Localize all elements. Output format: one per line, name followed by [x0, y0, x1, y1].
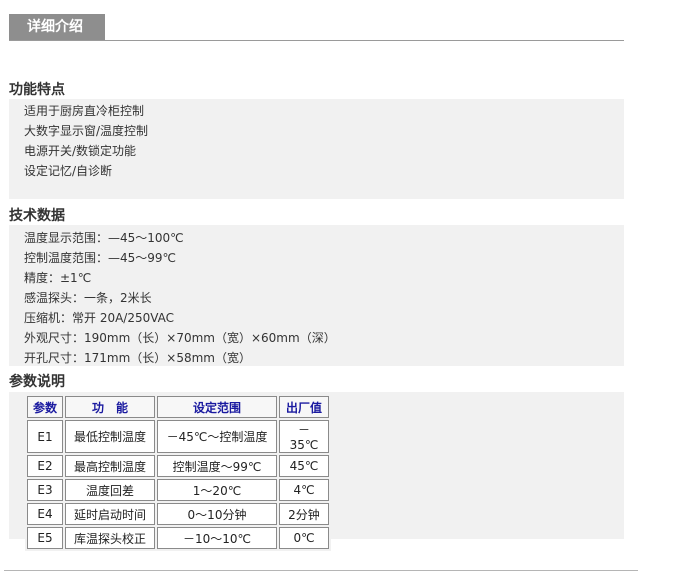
- header-param: 参数: [27, 396, 63, 418]
- cell-function: 温度回差: [65, 479, 155, 501]
- cell-range: 0～10分钟: [157, 503, 277, 525]
- cell-default: 0℃: [279, 527, 329, 549]
- cell-function: 最低控制温度: [65, 420, 155, 453]
- header-function: 功 能: [65, 396, 155, 418]
- cell-param: E2: [27, 455, 63, 477]
- tech-item: 精度：±1℃: [24, 271, 92, 285]
- feature-item: 适用于厨房直冷柜控制: [24, 104, 145, 118]
- tech-item: 外观尺寸：190mm（长）×70mm（宽）×60mm（深）: [24, 331, 336, 345]
- tech-item: 温度显示范围：—45～100℃: [24, 231, 184, 245]
- cell-function: 延时启动时间: [65, 503, 155, 525]
- tech-panel: 温度显示范围：—45～100℃ 控制温度范围：—45～99℃ 精度：±1℃ 感温…: [9, 225, 624, 366]
- params-title: 参数说明: [9, 374, 65, 390]
- table-row: E4 延时启动时间 0～10分钟 2分钟: [27, 503, 329, 525]
- feature-item: 设定记忆/自诊断: [24, 164, 113, 178]
- table-row: E1 最低控制温度 －45℃～控制温度 －35℃: [27, 420, 329, 453]
- feature-item: 大数字显示窗/温度控制: [24, 124, 149, 138]
- cell-range: 1～20℃: [157, 479, 277, 501]
- cell-range: －10～10℃: [157, 527, 277, 549]
- table-row: E3 温度回差 1～20℃ 4℃: [27, 479, 329, 501]
- params-table: 参数 功 能 设定范围 出厂值 E1 最低控制温度 －45℃～控制温度 －35℃…: [25, 394, 331, 551]
- tech-item: 控制温度范围：—45～99℃: [24, 251, 177, 265]
- cell-default: 4℃: [279, 479, 329, 501]
- features-title: 功能特点: [9, 82, 65, 98]
- detail-tab-bar: 详细介绍: [9, 14, 624, 41]
- table-header-row: 参数 功 能 设定范围 出厂值: [27, 396, 329, 418]
- tech-title: 技术数据: [9, 208, 65, 224]
- cell-param: E5: [27, 527, 63, 549]
- tech-item: 开孔尺寸：171mm（长）×58mm（宽）: [24, 351, 251, 365]
- feature-item: 电源开关/数锁定功能: [24, 144, 137, 158]
- cell-function: 库温探头校正: [65, 527, 155, 549]
- cell-default: 45℃: [279, 455, 329, 477]
- cell-function: 最高控制温度: [65, 455, 155, 477]
- header-default: 出厂值: [279, 396, 329, 418]
- table-row: E2 最高控制温度 控制温度～99℃ 45℃: [27, 455, 329, 477]
- header-range: 设定范围: [157, 396, 277, 418]
- table-row: E5 库温探头校正 －10～10℃ 0℃: [27, 527, 329, 549]
- cell-default: －35℃: [279, 420, 329, 453]
- cell-param: E1: [27, 420, 63, 453]
- features-panel: 适用于厨房直冷柜控制 大数字显示窗/温度控制 电源开关/数锁定功能 设定记忆/自…: [9, 99, 624, 199]
- cell-default: 2分钟: [279, 503, 329, 525]
- cell-range: －45℃～控制温度: [157, 420, 277, 453]
- tech-item: 压缩机：常开 20A/250VAC: [24, 311, 175, 325]
- cell-range: 控制温度～99℃: [157, 455, 277, 477]
- tech-item: 感温探头：一条，2米长: [24, 291, 152, 305]
- tab-detail-intro[interactable]: 详细介绍: [9, 14, 105, 40]
- cell-param: E3: [27, 479, 63, 501]
- bottom-divider: [4, 570, 638, 571]
- cell-param: E4: [27, 503, 63, 525]
